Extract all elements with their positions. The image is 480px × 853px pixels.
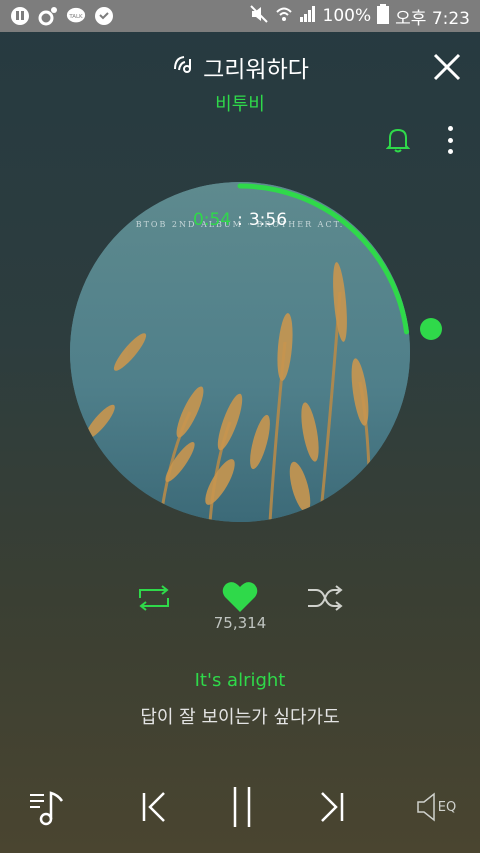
eq-icon xyxy=(417,792,435,822)
eq-label: EQ xyxy=(437,799,457,815)
pause-button[interactable] xyxy=(222,782,262,832)
close-button[interactable] xyxy=(432,52,462,82)
album-art xyxy=(70,182,410,522)
next-button[interactable] xyxy=(312,782,352,832)
pause-icon xyxy=(233,787,251,827)
more-vertical-icon xyxy=(447,126,453,131)
like-button[interactable] xyxy=(222,580,258,614)
shuffle-icon xyxy=(308,585,343,611)
artist-name[interactable]: 비투비 xyxy=(0,90,480,116)
wheat-artwork xyxy=(70,182,410,522)
playlist-icon xyxy=(30,791,64,826)
mute-icon xyxy=(249,4,269,28)
bell-icon xyxy=(385,128,411,153)
album-art-container[interactable]: BTOB 2ND ALBUM · BROTHER ACT. 0:54:3:56 xyxy=(70,182,410,522)
playback-time: 0:54:3:56 xyxy=(70,210,410,230)
talk-label: TALK xyxy=(68,14,83,20)
time-separator: : xyxy=(237,210,243,230)
player-controls: EQ xyxy=(0,782,480,838)
total-time: 3:56 xyxy=(248,210,288,230)
repeat-icon xyxy=(139,585,169,611)
song-title-text: 그리워하다 xyxy=(203,57,309,83)
app-notification-icon xyxy=(10,6,30,26)
lyric-current[interactable]: It's alright xyxy=(0,670,480,691)
alarm-button[interactable] xyxy=(385,126,411,154)
current-time: 0:54 xyxy=(192,210,232,230)
next-icon xyxy=(321,792,344,822)
like-count: 75,314 xyxy=(213,614,267,632)
song-title-bar: 그리워하다 xyxy=(0,50,480,84)
close-icon xyxy=(433,53,461,81)
playlist-button[interactable] xyxy=(26,782,70,832)
clock: 오후 7:23 xyxy=(395,8,470,29)
kakaotalk-icon: TALK xyxy=(66,6,86,26)
more-options-button[interactable] xyxy=(446,126,454,154)
battery-icon xyxy=(377,3,390,29)
heart-icon xyxy=(222,582,258,612)
repeat-button[interactable] xyxy=(136,584,172,612)
notification-icons: TALK xyxy=(10,6,114,26)
music-notification-icon xyxy=(38,6,58,26)
battery-percent: 100% xyxy=(322,6,372,26)
shuffle-button[interactable] xyxy=(306,584,344,612)
wifi-icon xyxy=(275,5,293,28)
signal-icon xyxy=(299,5,317,28)
eq-button[interactable]: EQ xyxy=(414,782,458,832)
status-bar: TALK 100% 오후 7:23 xyxy=(0,0,480,32)
lyric-next[interactable]: 답이 잘 보이는가 싶다가도 xyxy=(0,703,480,729)
previous-icon xyxy=(142,792,165,822)
messenger-icon xyxy=(94,6,114,26)
song-title: 그리워하다 xyxy=(171,50,309,84)
system-status: 100% 오후 7:23 xyxy=(249,3,470,29)
previous-button[interactable] xyxy=(134,782,174,832)
progress-knob[interactable] xyxy=(420,318,442,340)
track-link-icon xyxy=(171,53,195,81)
